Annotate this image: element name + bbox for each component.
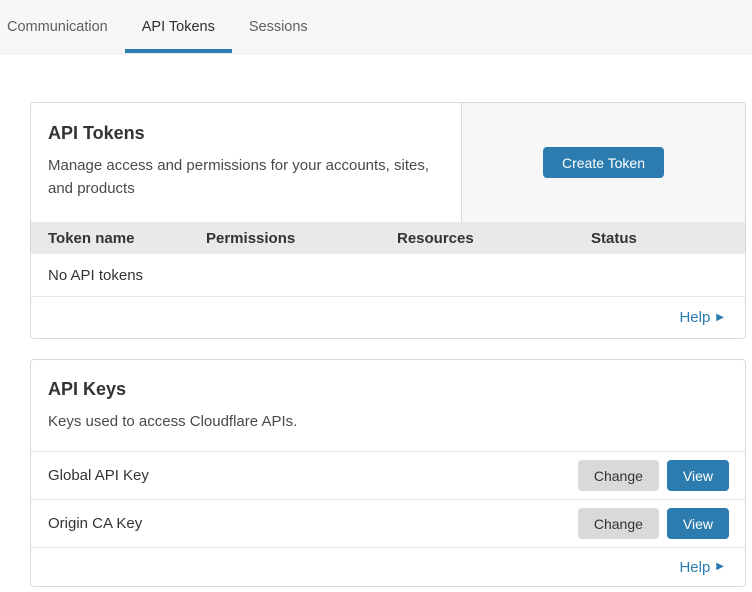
tokens-col-resources: Resources bbox=[397, 230, 591, 247]
view-origin-ca-key-button[interactable]: View bbox=[667, 508, 729, 539]
api-keys-card: API Keys Keys used to access Cloudflare … bbox=[30, 359, 746, 587]
api-tokens-card-header-actions: Create Token bbox=[461, 103, 745, 222]
key-name: Global API Key bbox=[48, 467, 578, 484]
api-keys-card-header: API Keys Keys used to access Cloudflare … bbox=[31, 360, 745, 452]
tab-api-tokens[interactable]: API Tokens bbox=[125, 0, 232, 53]
api-tokens-description: Manage access and permissions for your a… bbox=[48, 154, 444, 200]
tokens-empty-row: No API tokens bbox=[31, 254, 745, 297]
api-tokens-card-header-text: API Tokens Manage access and permissions… bbox=[31, 103, 461, 222]
key-name: Origin CA Key bbox=[48, 515, 578, 532]
api-keys-card-footer: Help ▶ bbox=[31, 548, 745, 586]
arrow-right-icon: ▶ bbox=[716, 313, 724, 323]
api-tokens-title: API Tokens bbox=[48, 123, 444, 144]
api-keys-help-link[interactable]: Help ▶ bbox=[679, 559, 724, 576]
api-keys-title: API Keys bbox=[48, 379, 728, 400]
help-link-label: Help bbox=[679, 309, 710, 326]
api-keys-description: Keys used to access Cloudflare APIs. bbox=[48, 410, 728, 433]
view-global-api-key-button[interactable]: View bbox=[667, 460, 729, 491]
arrow-right-icon: ▶ bbox=[716, 562, 724, 572]
tab-bar: Communication API Tokens Sessions bbox=[0, 0, 752, 54]
tokens-col-token-name: Token name bbox=[48, 230, 206, 247]
tab-communication[interactable]: Communication bbox=[7, 0, 125, 53]
api-tokens-card: API Tokens Manage access and permissions… bbox=[30, 102, 746, 339]
create-token-button[interactable]: Create Token bbox=[543, 147, 664, 178]
tab-sessions[interactable]: Sessions bbox=[232, 0, 325, 53]
change-global-api-key-button[interactable]: Change bbox=[578, 460, 659, 491]
help-link-label: Help bbox=[679, 559, 710, 576]
change-origin-ca-key-button[interactable]: Change bbox=[578, 508, 659, 539]
api-tokens-card-footer: Help ▶ bbox=[31, 297, 745, 338]
api-tokens-help-link[interactable]: Help ▶ bbox=[679, 309, 724, 326]
page-content: API Tokens Manage access and permissions… bbox=[0, 54, 752, 587]
api-tokens-card-header: API Tokens Manage access and permissions… bbox=[31, 103, 745, 222]
tokens-col-permissions: Permissions bbox=[206, 230, 397, 247]
key-row-global-api-key: Global API Key Change View bbox=[31, 452, 745, 500]
tokens-table-header: Token name Permissions Resources Status bbox=[31, 222, 745, 254]
key-row-origin-ca-key: Origin CA Key Change View bbox=[31, 500, 745, 548]
tokens-col-status: Status bbox=[591, 230, 745, 247]
